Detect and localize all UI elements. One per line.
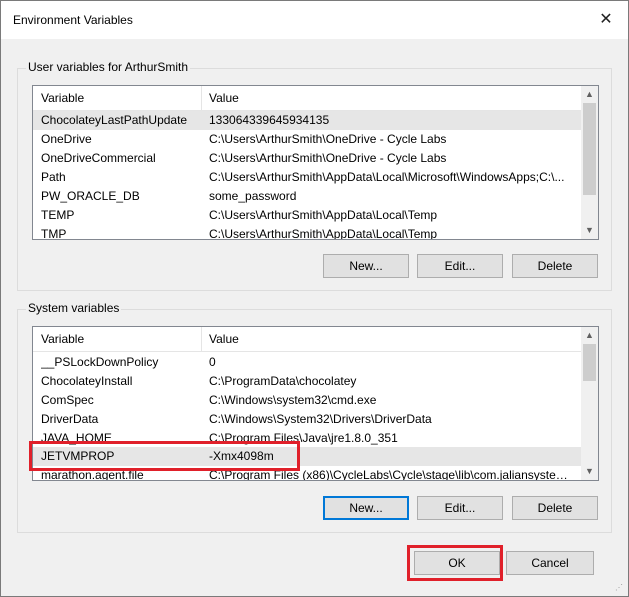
table-row[interactable]: ChocolateyLastPathUpdate 133064339645934… <box>33 111 598 130</box>
variable-value: 0 <box>209 355 216 369</box>
system-list-header: Variable Value <box>33 327 598 352</box>
user-col-value-header[interactable]: Value <box>209 91 239 105</box>
variable-name: DriverData <box>41 412 99 426</box>
table-row[interactable]: ChocolateyInstall C:\ProgramData\chocola… <box>33 372 598 391</box>
system-col-variable-header[interactable]: Variable <box>41 332 84 346</box>
variable-name: ChocolateyLastPathUpdate <box>41 113 188 127</box>
cancel-button[interactable]: Cancel <box>506 551 594 575</box>
system-col-value-header[interactable]: Value <box>209 332 239 346</box>
resize-grip-icon[interactable]: ⋰ <box>615 583 625 593</box>
user-new-button[interactable]: New... <box>323 254 409 278</box>
window-title: Environment Variables <box>13 13 133 27</box>
system-new-button[interactable]: New... <box>323 496 409 520</box>
user-variables-list[interactable]: Variable Value ChocolateyLastPathUpdate … <box>32 85 599 240</box>
user-col-divider[interactable] <box>201 86 202 110</box>
variable-name: ChocolateyInstall <box>41 374 133 388</box>
table-row[interactable]: DriverData C:\Windows\System32\Drivers\D… <box>33 410 598 429</box>
scroll-down-icon[interactable]: ▼ <box>581 222 598 239</box>
variable-name: PW_ORACLE_DB <box>41 189 140 203</box>
system-variables-group-label: System variables <box>26 301 122 315</box>
system-delete-button[interactable]: Delete <box>512 496 598 520</box>
scroll-thumb[interactable] <box>583 103 596 195</box>
scroll-thumb[interactable] <box>583 344 596 381</box>
variable-value: some_password <box>209 189 297 203</box>
system-edit-button[interactable]: Edit... <box>417 496 503 520</box>
variable-name: TMP <box>41 227 67 240</box>
user-list-header: Variable Value <box>33 86 598 111</box>
variable-value: C:\Users\ArthurSmith\AppData\Local\Micro… <box>209 170 565 184</box>
table-row[interactable]: TMP C:\Users\ArthurSmith\AppData\Local\T… <box>33 225 598 240</box>
variable-value: 133064339645934135 <box>209 113 330 127</box>
user-variables-group: User variables for ArthurSmith Variable … <box>17 60 612 291</box>
variable-value: C:\Users\ArthurSmith\OneDrive - Cycle La… <box>209 132 447 146</box>
variable-value: C:\Users\ArthurSmith\AppData\Local\Temp <box>209 227 438 240</box>
variable-name: __PSLockDownPolicy <box>41 355 159 369</box>
variable-name: OneDriveCommercial <box>41 151 156 165</box>
user-delete-button[interactable]: Delete <box>512 254 598 278</box>
user-variables-group-label: User variables for ArthurSmith <box>26 60 191 74</box>
table-row[interactable]: Path C:\Users\ArthurSmith\AppData\Local\… <box>33 168 598 187</box>
system-list-scrollbar[interactable]: ▲ ▼ <box>581 327 598 480</box>
table-row[interactable]: PW_ORACLE_DB some_password <box>33 187 598 206</box>
user-edit-button[interactable]: Edit... <box>417 254 503 278</box>
close-icon[interactable]: ✕ <box>594 9 618 31</box>
table-row[interactable]: __PSLockDownPolicy 0 <box>33 353 598 372</box>
variable-value: C:\Users\ArthurSmith\AppData\Local\Temp <box>209 208 438 222</box>
variable-value: C:\Windows\System32\Drivers\DriverData <box>209 412 432 426</box>
user-list-scrollbar[interactable]: ▲ ▼ <box>581 86 598 239</box>
system-variables-group: System variables Variable Value __PSLock… <box>17 301 612 533</box>
table-row[interactable]: OneDrive C:\Users\ArthurSmith\OneDrive -… <box>33 130 598 149</box>
scroll-up-icon[interactable]: ▲ <box>581 86 598 103</box>
scroll-down-icon[interactable]: ▼ <box>581 463 598 480</box>
table-row[interactable]: ComSpec C:\Windows\system32\cmd.exe <box>33 391 598 410</box>
scroll-up-icon[interactable]: ▲ <box>581 327 598 344</box>
ok-highlight-box <box>407 545 503 581</box>
variable-value: C:\Windows\system32\cmd.exe <box>209 393 377 407</box>
title-bar: Environment Variables ✕ <box>1 1 628 39</box>
environment-variables-dialog: Environment Variables ✕ User variables f… <box>0 0 629 597</box>
system-col-divider[interactable] <box>201 327 202 351</box>
variable-value: C:\ProgramData\chocolatey <box>209 374 357 388</box>
variable-name: OneDrive <box>41 132 92 146</box>
variable-name: TEMP <box>41 208 75 222</box>
jetvmprop-highlight-box <box>29 441 300 471</box>
table-row[interactable]: TEMP C:\Users\ArthurSmith\AppData\Local\… <box>33 206 598 225</box>
user-col-variable-header[interactable]: Variable <box>41 91 84 105</box>
variable-value: C:\Users\ArthurSmith\OneDrive - Cycle La… <box>209 151 447 165</box>
variable-name: ComSpec <box>41 393 94 407</box>
variable-name: Path <box>41 170 66 184</box>
table-row[interactable]: OneDriveCommercial C:\Users\ArthurSmith\… <box>33 149 598 168</box>
